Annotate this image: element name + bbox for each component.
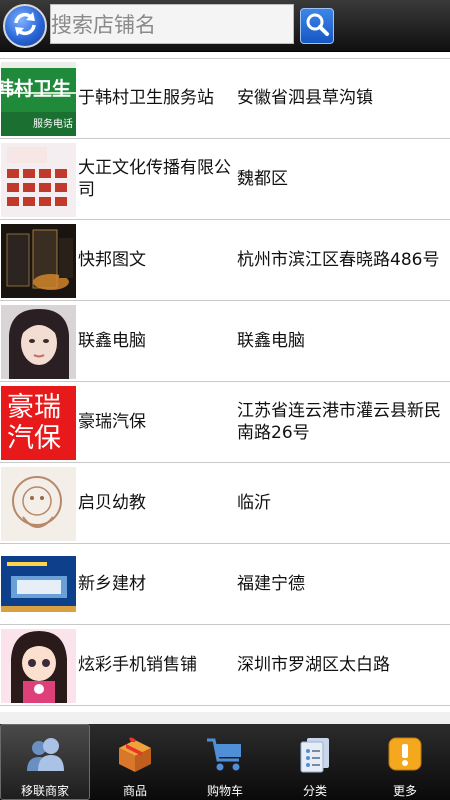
- top-bar: 搜索店铺名: [0, 0, 450, 52]
- store-address: 安徽省泗县草沟镇: [237, 88, 373, 108]
- store-address: 联鑫电脑: [237, 331, 305, 351]
- refresh-icon: [10, 9, 40, 43]
- store-thumbnail: [1, 305, 76, 379]
- store-address: 临沂: [237, 493, 271, 513]
- store-thumbnail: [1, 467, 76, 541]
- thumb-sign-subtext: 服务电话: [33, 119, 73, 130]
- store-row[interactable]: 大正文化传播有限公司 魏都区: [0, 139, 450, 220]
- gift-box-icon: [113, 732, 157, 776]
- tab-label: 分类: [302, 784, 327, 798]
- search-input[interactable]: 搜索店铺名: [50, 4, 294, 44]
- store-name: 联鑫电脑: [78, 331, 146, 351]
- tab-label: 商品: [122, 784, 147, 798]
- more-icon: [383, 732, 427, 776]
- tab-merchants[interactable]: 移联商家: [0, 724, 90, 800]
- store-list: 韩村卫生 服务电话 于韩村卫生服务站 安徽省泗县草沟镇 大正文化传播有限公司 魏: [0, 58, 450, 706]
- store-address: 福建宁德: [237, 574, 305, 594]
- store-address: 深圳市罗湖区太白路: [237, 655, 390, 675]
- store-name: 新乡建材: [78, 574, 146, 594]
- store-thumbnail: [1, 224, 76, 298]
- tab-more[interactable]: 更多: [360, 724, 450, 800]
- merchant-icon: [23, 733, 67, 776]
- store-thumbnail: 豪瑞汽保: [1, 386, 76, 460]
- store-address: 杭州市滨江区春晓路486号: [237, 250, 440, 270]
- thumb-sign-text: 韩村卫生: [1, 78, 72, 100]
- store-name: 大正文化传播有限公司: [78, 158, 231, 200]
- store-name: 于韩村卫生服务站: [78, 88, 214, 108]
- store-thumbnail: [1, 548, 76, 622]
- shopping-cart-icon: [203, 732, 247, 776]
- tab-products[interactable]: 商品: [90, 724, 180, 800]
- store-address: 江苏省连云港市灌云县新民南路26号: [237, 401, 441, 443]
- store-row[interactable]: 炫彩手机销售铺 深圳市罗湖区太白路: [0, 625, 450, 706]
- store-row[interactable]: 韩村卫生 服务电话 于韩村卫生服务站 安徽省泗县草沟镇: [0, 58, 450, 139]
- store-name: 启贝幼教: [78, 493, 146, 513]
- bottom-tab-bar: 移联商家 商品 购物车 分类 更多: [0, 724, 450, 800]
- thumb-sign-text: 豪瑞汽保: [7, 392, 61, 454]
- partial-store-row[interactable]: [0, 712, 450, 724]
- store-thumbnail: 韩村卫生 服务电话: [1, 62, 76, 136]
- refresh-button[interactable]: [3, 4, 47, 48]
- tab-label: 购物车: [206, 784, 243, 798]
- store-thumbnail: [1, 629, 76, 703]
- search-button[interactable]: [300, 8, 334, 44]
- search-icon: [304, 11, 330, 41]
- tab-label: 更多: [392, 784, 417, 798]
- store-name: 豪瑞汽保: [78, 412, 146, 432]
- tab-categories[interactable]: 分类: [270, 724, 360, 800]
- store-row[interactable]: 联鑫电脑 联鑫电脑: [0, 301, 450, 382]
- store-address: 魏都区: [237, 169, 288, 189]
- category-icon: [293, 732, 337, 776]
- store-row[interactable]: 快邦图文 杭州市滨江区春晓路486号: [0, 220, 450, 301]
- tab-label: 移联商家: [20, 784, 69, 798]
- store-row[interactable]: 新乡建材 福建宁德: [0, 544, 450, 625]
- store-thumbnail: [1, 143, 76, 217]
- store-row[interactable]: 豪瑞汽保 豪瑞汽保 江苏省连云港市灌云县新民南路26号: [0, 382, 450, 463]
- store-row[interactable]: 启贝幼教 临沂: [0, 463, 450, 544]
- store-name: 快邦图文: [78, 250, 146, 270]
- tab-cart[interactable]: 购物车: [180, 724, 270, 800]
- store-name: 炫彩手机销售铺: [78, 655, 197, 675]
